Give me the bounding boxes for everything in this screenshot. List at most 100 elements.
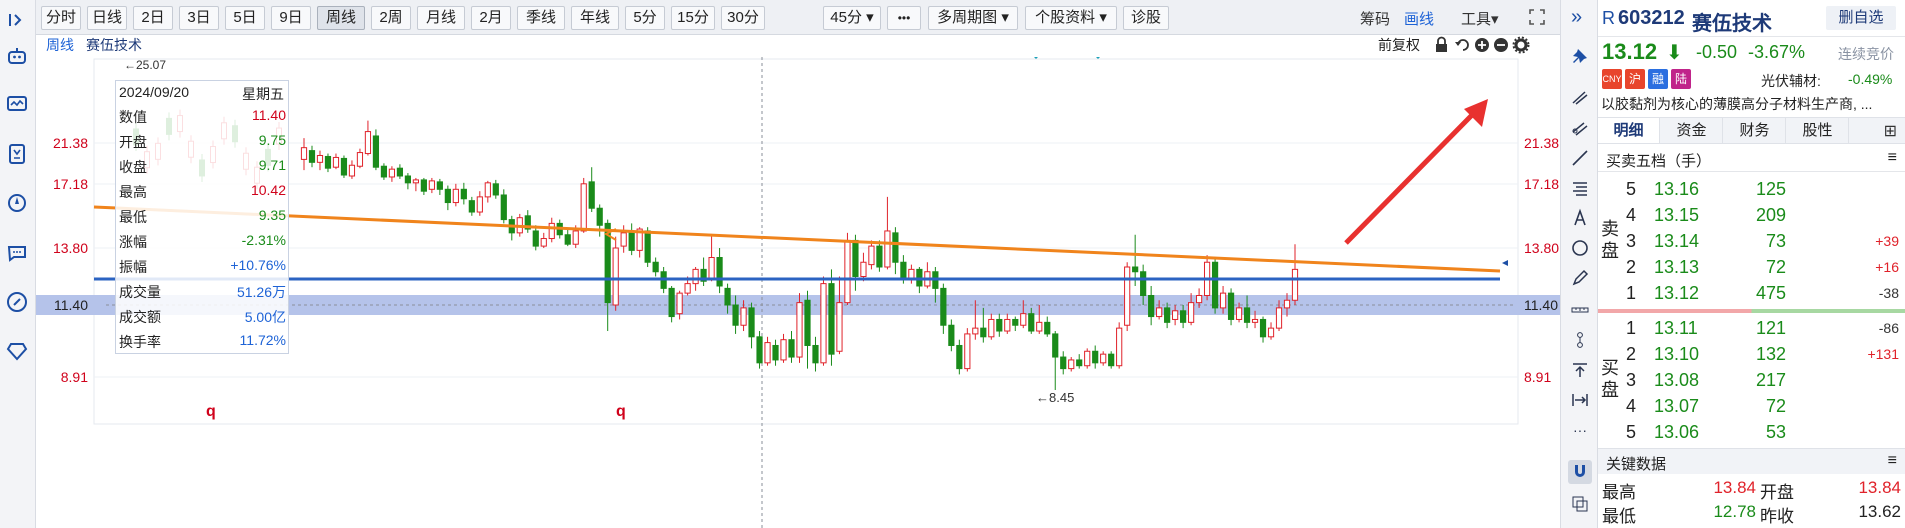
down-arrow-icon: ⬇ (1666, 42, 1683, 64)
vertical-tool-icon[interactable] (1568, 328, 1592, 352)
text-lines-icon[interactable] (1568, 176, 1592, 200)
panel-layout-icon[interactable]: ⊞ (1884, 121, 1897, 141)
period-button[interactable]: 5日 (225, 6, 265, 30)
pin-icon[interactable] (1568, 44, 1592, 68)
candle-body (1251, 318, 1259, 323)
info-value: 10.42 (250, 182, 286, 198)
candle-body (1172, 310, 1179, 320)
orderbook-row[interactable]: 2 13.13 72 +16 (1598, 254, 1905, 280)
period-button[interactable]: 9日 (271, 6, 311, 30)
period-button[interactable]: 2月 (471, 6, 511, 30)
candle-body (1012, 318, 1019, 326)
diamond-icon[interactable] (3, 337, 31, 365)
detail-tab[interactable]: 资金 (1661, 118, 1723, 143)
period-button[interactable]: 3日 (179, 6, 219, 30)
orderbook-row[interactable]: 1 13.11 121 -86 (1598, 315, 1905, 341)
candle-body (1020, 313, 1027, 326)
period-button[interactable]: 2日 (133, 6, 173, 30)
orderbook-volume: 72 (1765, 396, 1786, 416)
more-tools-icon[interactable]: ··· (1568, 418, 1592, 442)
period-button[interactable]: 日线 (87, 6, 127, 30)
monitor-icon[interactable] (3, 90, 31, 118)
diagnose-button[interactable]: 诊股 (1123, 6, 1169, 30)
info-value: 9.75 (258, 132, 286, 148)
company-desc: 以胶黏剂为核心的薄膜高分子材料生产商, ... (1601, 96, 1873, 112)
info-key: 振幅 (119, 259, 147, 275)
period-button[interactable]: 15分 (671, 6, 715, 30)
orderbook-row[interactable]: 2 13.10 132 +131 (1598, 341, 1905, 367)
fullscreen-icon[interactable] (1528, 8, 1546, 26)
more-button[interactable]: ••• (887, 6, 921, 30)
candle-body (1092, 350, 1099, 364)
orderbook-volume: 73 (1765, 231, 1786, 251)
candle-body (356, 152, 364, 167)
align-top-icon[interactable] (1568, 358, 1592, 382)
candle-body (1259, 318, 1267, 338)
measure-tool-icon[interactable] (1568, 298, 1592, 322)
quote-panel: R 603212 赛伍技术 删自选 13.12 ⬇ -0.50 -3.67% 连… (1598, 0, 1905, 528)
candle-body (476, 196, 483, 213)
orderbook-row[interactable]: 5 13.06 53 (1598, 419, 1905, 445)
candle-body (500, 194, 507, 221)
draw-line-link[interactable]: 画线 (1404, 8, 1434, 29)
period-button[interactable]: 月线 (417, 6, 465, 30)
link-icon[interactable] (3, 288, 31, 316)
orderbook-row[interactable]: 3 13.14 73 +39 (1598, 228, 1905, 254)
chart-controls[interactable] (1434, 36, 1574, 54)
stock-info-dropdown[interactable]: 个股资料 ▾ (1025, 6, 1117, 30)
news-icon[interactable] (3, 140, 31, 168)
compass-icon[interactable] (3, 189, 31, 217)
line-tool-icon[interactable] (1568, 146, 1592, 170)
period-button[interactable]: 2周 (371, 6, 411, 30)
key-data-menu-icon[interactable]: ≡ (1888, 452, 1897, 470)
text-tool-icon[interactable] (1568, 206, 1592, 230)
channel-tool-icon[interactable] (1568, 116, 1592, 140)
multi-period-dropdown[interactable]: 多周期图 ▾ (928, 6, 1018, 30)
tools-dropdown[interactable]: 工具▾ (1461, 8, 1499, 29)
orderbook-price: 13.12 (1654, 283, 1700, 303)
delete-watchlist-button[interactable]: 删自选 (1826, 6, 1896, 30)
candle-body (1028, 313, 1035, 332)
candle-body (1084, 350, 1091, 367)
layers-icon[interactable] (1568, 492, 1592, 516)
tools-expand-icon[interactable]: » (1571, 6, 1582, 29)
sector-label[interactable]: 光伏辅材: (1761, 71, 1821, 91)
candle-body (644, 230, 651, 263)
orderbook-menu-icon[interactable]: ≡ (1888, 149, 1897, 167)
period-button[interactable]: 年线 (571, 6, 619, 30)
candle-body (580, 183, 587, 232)
orderbook-row[interactable]: 4 13.07 72 (1598, 393, 1905, 419)
expand-icon[interactable] (3, 6, 31, 34)
trend-tool-icon[interactable] (1568, 86, 1592, 110)
robot-icon[interactable] (3, 42, 31, 70)
period-button[interactable]: 分时 (41, 6, 81, 30)
adjust-label[interactable]: 前复权 (1378, 35, 1420, 55)
period-button[interactable]: 30分 (721, 6, 765, 30)
chips-link[interactable]: 筹码 (1360, 8, 1390, 29)
period-button[interactable]: 5分 (625, 6, 665, 30)
info-value: 11.40 (252, 107, 286, 123)
settings-icon (1512, 36, 1530, 54)
orderbook-row[interactable]: 3 13.08 217 (1598, 367, 1905, 393)
orderbook-row[interactable]: 1 13.12 475 -38 (1598, 280, 1905, 306)
chat-icon[interactable] (3, 239, 31, 267)
info-row: 成交额 5.00亿 (116, 303, 290, 328)
circle-tool-icon[interactable] (1568, 236, 1592, 260)
magnet-icon[interactable] (1568, 460, 1592, 484)
detail-tab[interactable]: 明细 (1598, 118, 1660, 143)
candle-body (1036, 321, 1043, 332)
info-key: 成交额 (119, 309, 161, 325)
detail-tab[interactable]: 股性 (1787, 118, 1849, 143)
pen-tool-icon[interactable] (1568, 266, 1592, 290)
period-button[interactable]: 周线 (317, 6, 365, 30)
candle-body (948, 324, 955, 346)
info-value: -2.31% (241, 232, 286, 248)
orderbook-row[interactable]: 5 13.16 125 (1598, 176, 1905, 202)
orderbook-row[interactable]: 4 13.15 209 (1598, 202, 1905, 228)
candle-body (1124, 266, 1131, 326)
period-button[interactable]: 季线 (517, 6, 565, 30)
period-45min-dropdown[interactable]: 45分 ▾ (823, 6, 881, 30)
detail-tab[interactable]: 财务 (1724, 118, 1786, 143)
range-tool-icon[interactable] (1568, 388, 1592, 412)
period-toolbar: 分时 日线 2日 3日 5日 9日 周线 2周 月线 2月 季线 年线 5分 15分 30分 45分 ▾ •… (36, 0, 1581, 35)
